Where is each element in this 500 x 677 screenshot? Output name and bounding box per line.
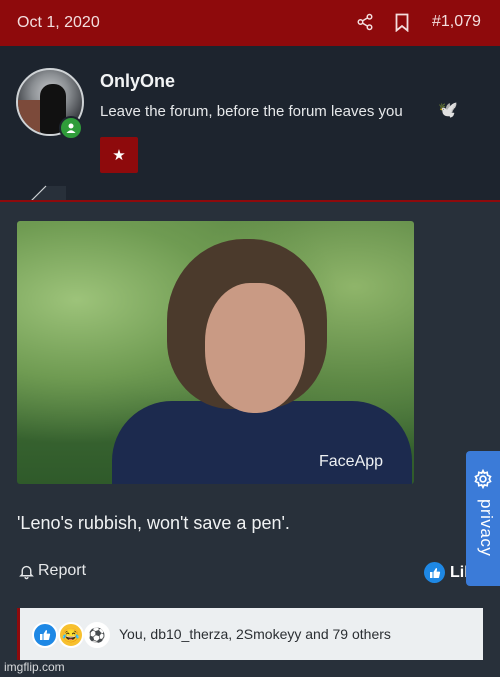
image-shirt [112,401,412,484]
post-text: 'Leno's rubbish, won't save a pen'. [17,513,290,533]
football-reaction-icon: ⚽ [84,622,110,648]
like-reaction-icon [32,622,58,648]
reactions-bar[interactable]: 😂 ⚽ You, db10_therza, 2Smokeyy and 79 ot… [17,608,483,660]
post-body: FaceApp 'Leno's rubbish, won't save a pe… [0,202,500,677]
bookmark-icon[interactable] [395,13,409,32]
imgflip-watermark: imgflip.com [4,660,65,674]
share-icon[interactable] [356,13,374,31]
post-image[interactable]: FaceApp [17,221,414,484]
reaction-summary[interactable]: You, db10_therza, 2Smokeyy and 79 others [119,626,391,642]
user-title: Leave the forum, before the forum leaves… [100,103,403,120]
online-status-icon [59,116,83,140]
gear-icon [474,469,492,489]
reaction-icons: 😂 ⚽ [32,622,116,648]
report-button[interactable]: Report [18,562,86,580]
privacy-label: privacy [477,499,496,557]
image-face [205,283,305,413]
username[interactable]: OnlyOne [100,71,175,92]
report-label: Report [38,562,87,579]
post-number-link[interactable]: #1,079 [432,13,481,31]
star-badge[interactable]: ★ [100,137,138,173]
user-info: OnlyOne Leave the forum, before the foru… [0,46,500,203]
bell-icon [19,565,34,579]
avatar-background [18,100,40,134]
privacy-button[interactable]: privacy [466,451,500,586]
laugh-reaction-icon: 😂 [58,622,84,648]
like-button[interactable]: Lil [424,562,469,583]
post-header-bar: Oct 1, 2020 #1,079 [0,0,500,46]
star-icon: ★ [112,147,126,164]
faceapp-watermark: FaceApp [319,453,384,470]
post-date[interactable]: Oct 1, 2020 [17,14,100,32]
dove-emoji: 🕊️ [438,102,458,119]
thumbs-up-icon [424,562,445,583]
